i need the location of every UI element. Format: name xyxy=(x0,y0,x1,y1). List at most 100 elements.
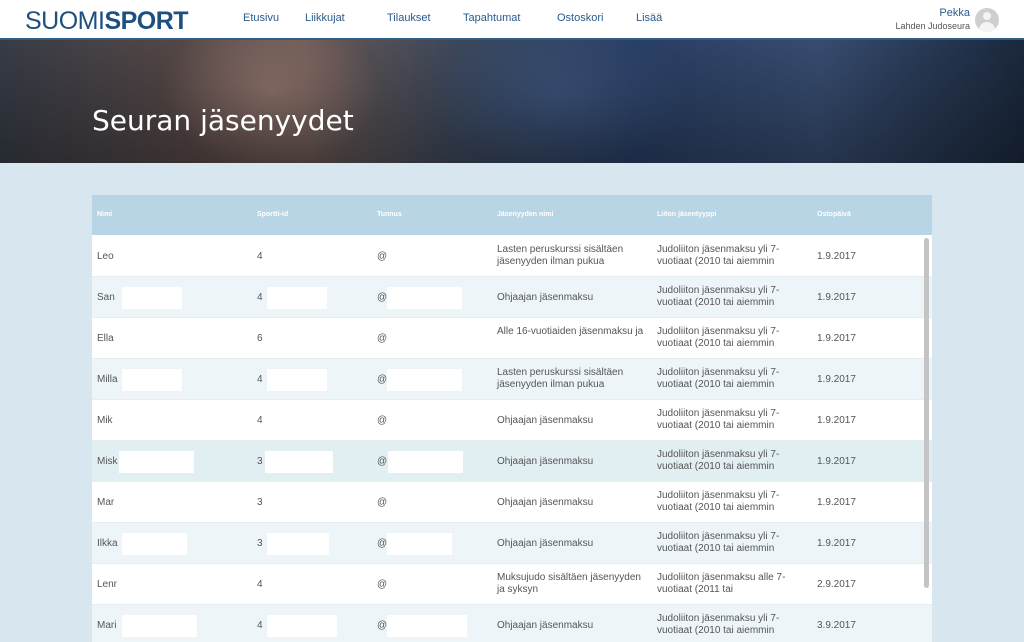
nav-lisaa[interactable]: Lisää xyxy=(636,12,662,24)
cell-tunnus: @ xyxy=(377,579,388,590)
header-jasenyyden-nimi[interactable]: Jäsenyyden nimi xyxy=(497,211,553,218)
cell-sportti-id: 6 xyxy=(257,333,263,344)
cell-membership: Lasten peruskurssi sisältäen jäsenyyden … xyxy=(497,244,624,267)
user-menu[interactable]: Pekka Lahden Judoseura xyxy=(895,7,970,31)
cell-name: Leo xyxy=(97,251,114,262)
cell-date: 1.9.2017 xyxy=(817,497,856,508)
redaction-mask xyxy=(122,533,187,555)
logo-text-bold: SPORT xyxy=(104,7,189,35)
header-sportti-id[interactable]: Sportti-id xyxy=(257,211,288,218)
table-row[interactable]: Mar 3 @ Ohjaajan jäsenmaksu Judoliiton jäsen… xyxy=(92,482,932,523)
cell-membership: Ohjaajan jäsenmaksu xyxy=(497,620,594,631)
header-tunnus[interactable]: Tunnus xyxy=(377,211,402,218)
cell-tunnus: @ xyxy=(377,333,388,344)
user-club: Lahden Judoseura xyxy=(895,21,970,31)
cell-name: Ella xyxy=(97,333,114,344)
user-name: Pekka xyxy=(939,7,970,19)
top-navigation-bar: SUOMISPORT Etusivu Liikkujat Tilaukset T… xyxy=(0,0,1024,40)
cell-sportti-id: 3 xyxy=(257,497,263,508)
cell-tunnus: @ xyxy=(377,415,388,426)
cell-tunnus: @ xyxy=(377,538,388,549)
cell-membership: Ohjaajan jäsenmaksu xyxy=(497,415,594,426)
nav-ostoskori[interactable]: Ostoskori xyxy=(557,12,603,24)
redaction-mask xyxy=(122,287,182,309)
cell-membership: Ohjaajan jäsenmaksu xyxy=(497,456,594,467)
table-row[interactable]: Mik 4 @ Ohjaajan jäsenmaksu Judoliiton jäsen… xyxy=(92,400,932,441)
cell-sportti-id: 4 xyxy=(257,579,263,590)
cell-tunnus: @ xyxy=(377,497,388,508)
cell-name: Milla xyxy=(97,374,118,385)
cell-sportti-id: 4 xyxy=(257,251,263,262)
redaction-mask xyxy=(267,615,337,637)
cell-tunnus: @ xyxy=(377,620,388,631)
table-row[interactable]: Ilkka 3 @ Ohjaajan jäsenmaksu Judoliiton jäs… xyxy=(92,523,932,564)
page-title: Seuran jäsenyydet xyxy=(92,104,354,137)
cell-tunnus: @ xyxy=(377,292,388,303)
cell-sportti-id: 4 xyxy=(257,292,263,303)
cell-date: 1.9.2017 xyxy=(817,374,856,385)
cell-sportti-id: 4 xyxy=(257,415,263,426)
cell-sportti-id: 4 xyxy=(257,374,263,385)
nav-liikkujat[interactable]: Liikkujat xyxy=(305,12,345,24)
table-row[interactable]: Ella 6 @ Alle 16-vuotiaiden jäsenmaksu ja Ju… xyxy=(92,318,932,359)
cell-tunnus: @ xyxy=(377,251,388,262)
cell-name: Ilkka xyxy=(97,538,118,549)
header-ostopaiva[interactable]: Ostopäivä xyxy=(817,211,851,218)
redaction-mask xyxy=(388,451,463,473)
cell-federation-type: Judoliiton jäsenmaksu yli 7-vuotiaat (20… xyxy=(657,285,780,308)
avatar-icon[interactable] xyxy=(975,8,999,32)
table-row[interactable]: Milla 4 @ Lasten peruskurssi sisältäen jäse… xyxy=(92,359,932,400)
table-row[interactable]: Leo 4 @ Lasten peruskurssi sisältäen jäseny… xyxy=(92,236,932,277)
cell-date: 1.9.2017 xyxy=(817,333,856,344)
cell-membership: Ohjaajan jäsenmaksu xyxy=(497,292,594,303)
cell-federation-type: Judoliiton jäsenmaksu yli 7-vuotiaat (20… xyxy=(657,490,780,513)
cell-name: Misk xyxy=(97,456,118,467)
cell-date: 2.9.2017 xyxy=(817,579,856,590)
cell-name: San xyxy=(97,292,115,303)
hero-banner: Seuran jäsenyydet xyxy=(0,40,1024,163)
cell-membership: Ohjaajan jäsenmaksu xyxy=(497,497,594,508)
redaction-mask xyxy=(387,369,462,391)
cell-membership: Ohjaajan jäsenmaksu xyxy=(497,538,594,549)
cell-date: 1.9.2017 xyxy=(817,538,856,549)
cell-federation-type: Judoliiton jäsenmaksu yli 7-vuotiaat (20… xyxy=(657,449,780,472)
redaction-mask xyxy=(267,287,327,309)
redaction-mask xyxy=(122,369,182,391)
cell-federation-type: Judoliiton jäsenmaksu yli 7-vuotiaat (20… xyxy=(657,244,780,267)
table-row[interactable]: Misk 3 @ Ohjaajan jäsenmaksu Judoliiton jäse… xyxy=(92,441,932,482)
cell-sportti-id: 3 xyxy=(257,538,263,549)
cell-date: 3.9.2017 xyxy=(817,620,856,631)
memberships-table: Nimi Sportti-id Tunnus Jäsenyyden nimi L… xyxy=(92,195,932,642)
cell-date: 1.9.2017 xyxy=(817,456,856,467)
cell-date: 1.9.2017 xyxy=(817,251,856,262)
redaction-mask xyxy=(387,287,462,309)
cell-date: 1.9.2017 xyxy=(817,415,856,426)
redaction-mask xyxy=(119,451,194,473)
cell-tunnus: @ xyxy=(377,456,388,467)
header-liiton-jasentyyppi[interactable]: Liiton jäsentyyppi xyxy=(657,211,717,218)
cell-name: Lenr xyxy=(97,579,118,590)
cell-sportti-id: 3 xyxy=(257,456,263,467)
cell-federation-type: Judoliiton jäsenmaksu yli 7-vuotiaat (20… xyxy=(657,326,780,349)
cell-name: Mar xyxy=(97,497,115,508)
redaction-mask xyxy=(122,615,197,637)
cell-federation-type: Judoliiton jäsenmaksu yli 7-vuotiaat (20… xyxy=(657,613,780,636)
table-row[interactable]: Lenr 4 @ Muksujudo sisältäen jäsenyyden ja … xyxy=(92,564,932,605)
redaction-mask xyxy=(387,533,452,555)
cell-date: 1.9.2017 xyxy=(817,292,856,303)
cell-membership: Alle 16-vuotiaiden jäsenmaksu ja xyxy=(497,326,644,337)
table-row[interactable]: San 4 @ Ohjaajan jäsenmaksu Judoliiton jäsen… xyxy=(92,277,932,318)
nav-etusivu[interactable]: Etusivu xyxy=(243,12,279,24)
redaction-mask xyxy=(267,369,327,391)
cell-name: Mari xyxy=(97,620,117,631)
table-scrollbar[interactable] xyxy=(924,238,929,588)
nav-tapahtumat[interactable]: Tapahtumat xyxy=(463,12,520,24)
nav-tilaukset[interactable]: Tilaukset xyxy=(387,12,431,24)
header-nimi[interactable]: Nimi xyxy=(97,211,112,218)
redaction-mask xyxy=(267,533,329,555)
cell-membership: Muksujudo sisältäen jäsenyyden ja syksyn xyxy=(497,572,641,595)
suomisport-logo[interactable]: SUOMISPORT xyxy=(25,7,189,36)
table-row[interactable]: Mari 4 @ Ohjaajan jäsenmaksu Judoliiton jäse… xyxy=(92,605,932,642)
cell-federation-type: Judoliiton jäsenmaksu yli 7-vuotiaat (20… xyxy=(657,531,780,554)
redaction-mask xyxy=(265,451,333,473)
